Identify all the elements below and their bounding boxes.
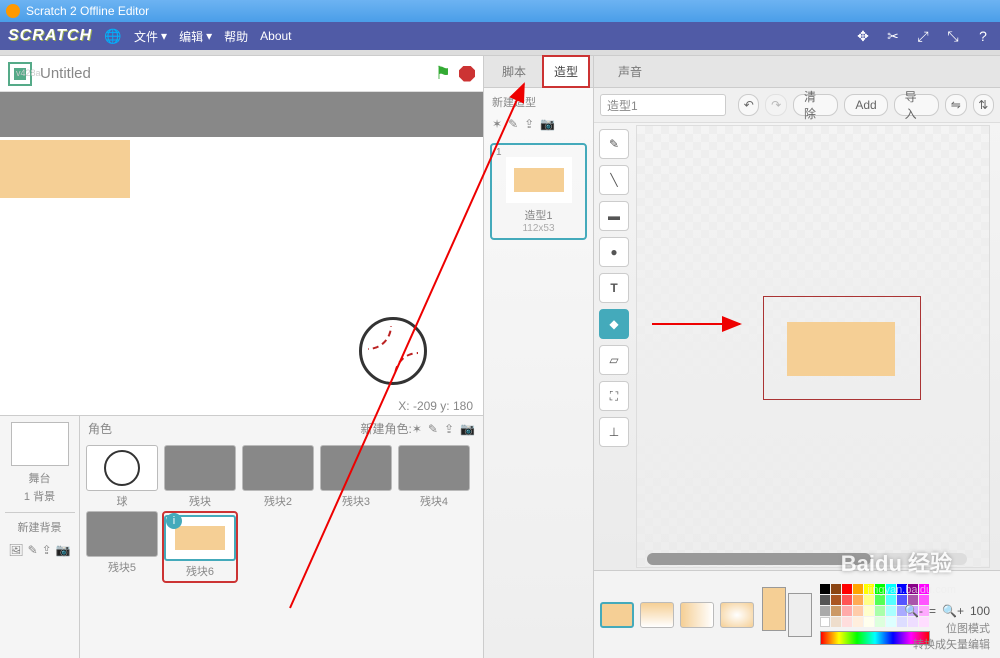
stage-ball-sprite[interactable] — [359, 317, 427, 385]
editor-toolbar: ↶ ↷ 清除 Add 导入 ⇋ ⇅ — [594, 88, 1000, 123]
backdrop-camera-icon[interactable]: 📷 — [56, 543, 71, 557]
costume-upload-icon[interactable]: ⇪ — [524, 117, 534, 131]
editor-tabs: 脚本 造型 — [484, 56, 593, 88]
mouse-coordinates: X: -209 y: 180 — [0, 397, 483, 415]
fill-tool[interactable]: ◆ — [599, 309, 629, 339]
stamp-tool[interactable]: ⊥ — [599, 417, 629, 447]
flip-v-icon[interactable]: ⇅ — [973, 94, 994, 116]
sprite-library-icon[interactable]: ✶ — [412, 422, 422, 436]
zoom-level: 100 — [970, 604, 990, 618]
costume-size: 112x53 — [522, 223, 554, 234]
rect-tool[interactable]: ▬ — [599, 201, 629, 231]
sprite-item[interactable]: 残块3 — [318, 445, 394, 509]
costume-camera-icon[interactable]: 📷 — [540, 117, 555, 131]
tab-scripts[interactable]: 脚本 — [492, 57, 536, 86]
tab-sounds[interactable]: 声音 — [608, 57, 652, 86]
info-icon[interactable]: i — [166, 513, 182, 529]
stage-header: Untitled v428a ⚑ — [0, 56, 483, 92]
grow-icon[interactable]: ⤢ — [914, 27, 932, 45]
backdrop-upload-icon[interactable]: ⇪ — [42, 543, 52, 557]
fill-style-picker — [600, 602, 754, 628]
green-flag-icon[interactable]: ⚑ — [435, 63, 451, 84]
stage-block-sprite[interactable] — [0, 140, 130, 198]
globe-icon[interactable]: 🌐 — [104, 27, 122, 45]
stage-column: 舞台 1 背景 新建背景 🖼 ✎ ⇪ 📷 — [0, 416, 80, 658]
fill-solid[interactable] — [600, 602, 634, 628]
canvas-shape[interactable] — [787, 322, 895, 376]
stop-icon[interactable] — [459, 66, 475, 82]
menu-edit[interactable]: 编辑 ▾ — [179, 28, 212, 45]
sprite-item[interactable]: 残块5 — [84, 511, 160, 583]
backdrops-count: 1 背景 — [24, 488, 55, 504]
fill-grad-v[interactable] — [640, 602, 674, 628]
costume-name: 造型1 — [524, 207, 552, 223]
shrink-icon[interactable]: ⤡ — [944, 27, 962, 45]
new-backdrop-label: 新建背景 — [18, 519, 62, 535]
fill-grad-radial[interactable] — [720, 602, 754, 628]
foreground-swatch[interactable] — [762, 587, 786, 631]
zoom-out-icon[interactable]: 🔍- — [904, 604, 923, 618]
costume-paint-icon[interactable]: ✎ — [508, 117, 518, 131]
sprite-item[interactable]: 残块2 — [240, 445, 316, 509]
backdrop-library-icon[interactable]: 🖼 — [8, 543, 23, 557]
bitmap-mode-label: 位图模式 — [946, 620, 990, 636]
version-label: v428a — [16, 68, 41, 78]
clear-button[interactable]: 清除 — [793, 94, 838, 116]
menu-file[interactable]: 文件 ▾ — [134, 28, 167, 45]
costume-index: 1 — [496, 147, 502, 158]
convert-vector-link[interactable]: 转换成矢量编辑 — [913, 636, 990, 652]
paint-canvas[interactable] — [636, 125, 990, 568]
zoom-controls: 🔍- = 🔍+ 100 — [904, 604, 990, 618]
ellipse-tool[interactable]: ● — [599, 237, 629, 267]
brush-tool[interactable]: ✎ — [599, 129, 629, 159]
menu-help[interactable]: 帮助 — [224, 28, 248, 45]
stamp-icon[interactable]: ✥ — [854, 27, 872, 45]
costume-item-selected[interactable]: 1 造型1 112x53 — [490, 143, 587, 240]
import-button[interactable]: 导入 — [894, 94, 939, 116]
select-tool[interactable]: ⛶ — [599, 381, 629, 411]
app-icon — [6, 4, 20, 18]
stage-label: 舞台 — [29, 470, 51, 486]
flip-h-icon[interactable]: ⇋ — [945, 94, 966, 116]
background-swatch[interactable] — [788, 593, 812, 637]
zoom-in-icon[interactable]: 🔍+ — [942, 604, 964, 618]
undo-button[interactable]: ↶ — [738, 94, 759, 116]
sprite-upload-icon[interactable]: ⇪ — [444, 422, 454, 436]
stage-canvas[interactable] — [0, 92, 483, 397]
zoom-reset-icon[interactable]: = — [929, 604, 936, 618]
fill-grad-h[interactable] — [680, 602, 714, 628]
menu-bar: SCRATCH 🌐 文件 ▾ 编辑 ▾ 帮助 About ✥ ✂ ⤢ ⤡ ? — [0, 22, 1000, 50]
text-tool[interactable]: T — [599, 273, 629, 303]
sprites-heading: 角色 — [88, 420, 112, 437]
project-title[interactable]: Untitled — [40, 65, 91, 82]
costume-name-input[interactable] — [600, 94, 726, 116]
backdrop-paint-icon[interactable]: ✎ — [28, 543, 38, 557]
sprite-item[interactable]: 残块 — [162, 445, 238, 509]
scissors-icon[interactable]: ✂ — [884, 27, 902, 45]
horizontal-scrollbar[interactable] — [647, 553, 967, 565]
scratch-logo: SCRATCH — [8, 27, 92, 45]
sprite-camera-icon[interactable]: 📷 — [460, 422, 475, 436]
sprite-paint-icon[interactable]: ✎ — [428, 422, 438, 436]
help-icon[interactable]: ? — [974, 27, 992, 45]
stage-thumbnail[interactable] — [11, 422, 69, 466]
costume-library-icon[interactable]: ✶ — [492, 117, 502, 131]
new-costume-label: 新建造型 — [484, 88, 593, 117]
sprite-item[interactable]: 球 — [84, 445, 160, 509]
eraser-tool[interactable]: ▱ — [599, 345, 629, 375]
paint-tools: ✎ ╲ ▬ ● T ◆ ▱ ⛶ ⊥ — [594, 123, 634, 570]
sprite-item[interactable]: 残块4 — [396, 445, 472, 509]
window-titlebar: Scratch 2 Offline Editor — [0, 0, 1000, 22]
window-title: Scratch 2 Offline Editor — [26, 4, 149, 18]
redo-button[interactable]: ↷ — [765, 94, 786, 116]
menu-about[interactable]: About — [260, 29, 291, 43]
new-sprite-label: 新建角色: — [361, 420, 412, 437]
sprite-list: 球 残块 残块2 残块3 残块4 残块5 i残块6 — [80, 441, 483, 587]
sprite-item-selected[interactable]: i残块6 — [162, 511, 238, 583]
line-tool[interactable]: ╲ — [599, 165, 629, 195]
add-button[interactable]: Add — [844, 94, 887, 116]
tab-costumes[interactable]: 造型 — [542, 55, 590, 88]
